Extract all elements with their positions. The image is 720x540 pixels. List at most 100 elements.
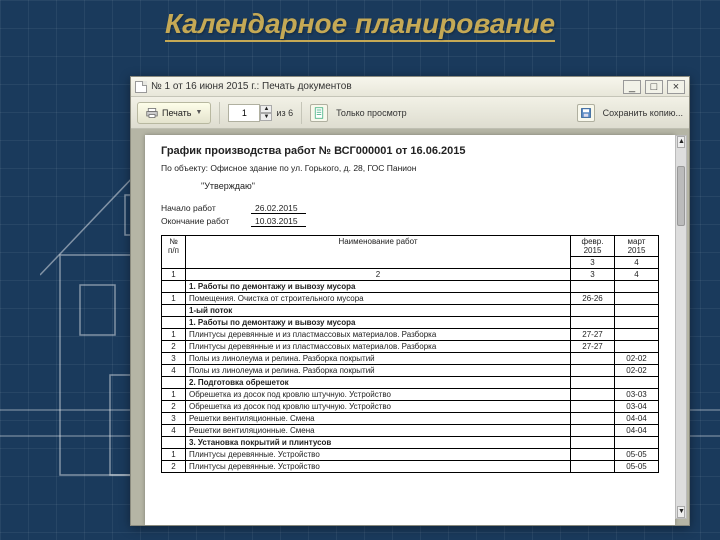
cell-num (162, 377, 186, 389)
print-button[interactable]: Печать ▼ (137, 102, 211, 124)
cell-month2: 05-05 (615, 449, 659, 461)
cell-name: Решетки вентиляционные. Смена (186, 413, 571, 425)
end-label: Окончание работ (161, 216, 241, 227)
cell-month1 (571, 317, 615, 329)
window-title: № 1 от 16 июня 2015 г.: Печать документо… (151, 81, 619, 92)
cell-month1 (571, 377, 615, 389)
cell-name: Плинтусы деревянные. Устройство (186, 449, 571, 461)
cell-month1 (571, 461, 615, 473)
cell-month2: 05-05 (615, 461, 659, 473)
cell-name: Полы из линолеума и релина. Разборка пок… (186, 353, 571, 365)
cell-month2 (615, 329, 659, 341)
cell-month2: 02-02 (615, 353, 659, 365)
doc-object-line: По объекту: Офисное здание по ул. Горько… (161, 163, 659, 173)
col-month1-idx: 3 (571, 257, 615, 269)
close-button[interactable]: × (667, 80, 685, 94)
table-row: 4Решетки вентиляционные. Смена 04-04 (162, 425, 659, 437)
start-value: 26.02.2015 (251, 203, 306, 214)
printer-icon (146, 107, 158, 119)
cell-num (162, 281, 186, 293)
col-month2-header: март2015 (615, 236, 659, 257)
cell-month2 (615, 341, 659, 353)
cell-month1 (571, 413, 615, 425)
cell-month1 (571, 353, 615, 365)
document-viewport: График производства работ № ВСГ000001 от… (131, 129, 689, 525)
toolbar-separator (301, 102, 302, 124)
maximize-button[interactable]: □ (645, 80, 663, 94)
cell-month1 (571, 281, 615, 293)
minimize-button[interactable]: _ (623, 80, 641, 94)
cell-name: 1-ый поток (186, 305, 571, 317)
cell-month2: 02-02 (615, 365, 659, 377)
cell-num: 4 (162, 425, 186, 437)
cell-month1 (571, 401, 615, 413)
scroll-up-button[interactable]: ▲ (677, 136, 685, 148)
cell-month1 (571, 425, 615, 437)
cell-month2: 03-03 (615, 389, 659, 401)
doc-heading: График производства работ № ВСГ000001 от… (161, 145, 659, 157)
cell-month1 (571, 365, 615, 377)
cell-month2: 04-04 (615, 425, 659, 437)
doc-approved: "Утверждаю" (201, 181, 659, 191)
cell-name: 2. Подготовка обрешеток (186, 377, 571, 389)
table-row: 2Плинтусы деревянные и из пластмассовых … (162, 341, 659, 353)
toolbar-separator (219, 102, 220, 124)
table-row: 1Плинтусы деревянные. Устройство05-05 (162, 449, 659, 461)
cell-month1 (571, 449, 615, 461)
cell-month1 (571, 389, 615, 401)
cell-name: 1. Работы по демонтажу и вывозу мусора (186, 317, 571, 329)
table-row: 1. Работы по демонтажу и вывозу мусора (162, 317, 659, 329)
table-row: 4Полы из линолеума и релина. Разборка по… (162, 365, 659, 377)
cell-num (162, 317, 186, 329)
col-idx-3: 3 (571, 269, 615, 281)
cell-num: 4 (162, 365, 186, 377)
page-input[interactable] (228, 104, 260, 122)
table-row: 1. Работы по демонтажу и вывозу мусора (162, 281, 659, 293)
document-view-icon (313, 107, 325, 119)
cell-name: Решетки вентиляционные. Смена (186, 425, 571, 437)
end-value: 10.03.2015 (251, 216, 306, 227)
cell-month2 (615, 281, 659, 293)
col-idx-1: 1 (162, 269, 186, 281)
table-row: 2Плинтусы деревянные. Устройство05-05 (162, 461, 659, 473)
cell-num (162, 305, 186, 317)
cell-month2 (615, 437, 659, 449)
save-label: Сохранить копию... (601, 108, 683, 118)
document-icon (135, 81, 147, 93)
scroll-thumb[interactable] (677, 166, 685, 226)
start-label: Начало работ (161, 203, 241, 214)
cell-name: Плинтусы деревянные. Устройство (186, 461, 571, 473)
col-idx-4: 4 (615, 269, 659, 281)
table-row: 2. Подготовка обрешеток (162, 377, 659, 389)
cell-name: Помещения. Очистка от строительного мусо… (186, 293, 571, 305)
col-idx-2: 2 (186, 269, 571, 281)
cell-month2 (615, 377, 659, 389)
table-row: 2Обрешетка из досок под кровлю штучную. … (162, 401, 659, 413)
cell-num: 2 (162, 341, 186, 353)
scroll-down-button[interactable]: ▼ (677, 506, 685, 518)
cell-num: 1 (162, 329, 186, 341)
cell-num: 3 (162, 353, 186, 365)
cell-name: Полы из линолеума и релина. Разборка пок… (186, 365, 571, 377)
page-spinner: ▲ ▼ из 6 (228, 104, 293, 122)
cell-num: 2 (162, 401, 186, 413)
vertical-scrollbar[interactable]: ▲ ▼ (675, 135, 687, 519)
floppy-icon (580, 107, 592, 119)
slide-title: Календарное планирование (0, 8, 720, 40)
toolbar: Печать ▼ ▲ ▼ из 6 Только просмотр Сохран… (131, 97, 689, 129)
cell-month1: 26-26 (571, 293, 615, 305)
view-only-button[interactable] (310, 104, 328, 122)
document-page: График производства работ № ВСГ000001 от… (145, 135, 675, 525)
cell-month1 (571, 437, 615, 449)
save-button[interactable] (577, 104, 595, 122)
table-row: 3Решетки вентиляционные. Смена04-04 (162, 413, 659, 425)
page-up-button[interactable]: ▲ (260, 105, 272, 113)
table-row: 3. Установка покрытий и плинтусов (162, 437, 659, 449)
cell-month2: 04-04 (615, 413, 659, 425)
cell-month2 (615, 305, 659, 317)
table-head: № п/п Наименование работ февр.2015 март2… (162, 236, 659, 281)
col-name-header: Наименование работ (186, 236, 571, 269)
cell-name: Обрешетка из досок под кровлю штучную. У… (186, 389, 571, 401)
page-down-button[interactable]: ▼ (260, 113, 272, 121)
cell-month2 (615, 317, 659, 329)
